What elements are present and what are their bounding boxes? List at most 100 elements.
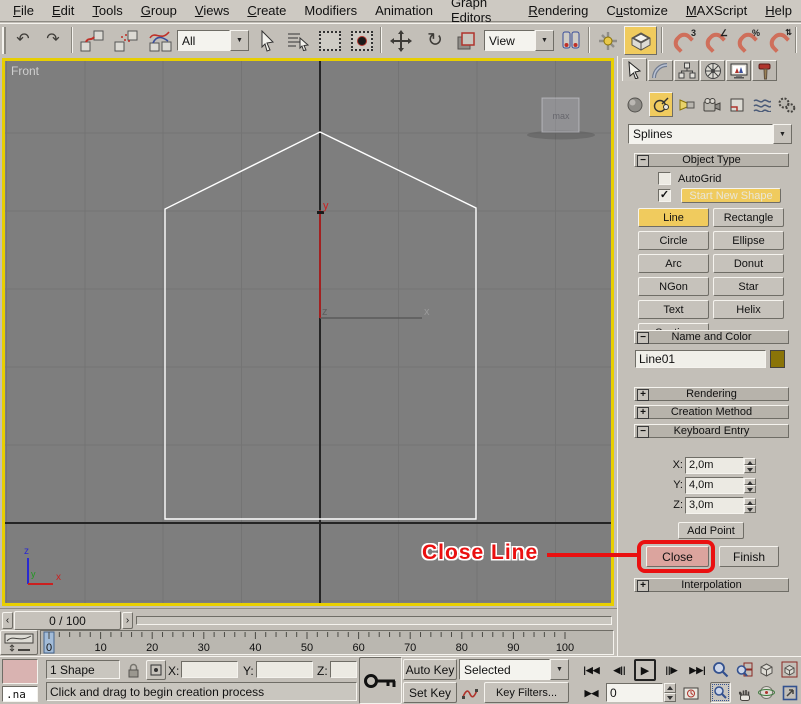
- menu-rendering[interactable]: Rendering: [519, 0, 597, 22]
- category-helpers[interactable]: [726, 94, 748, 116]
- undo-icon[interactable]: ↶: [10, 28, 36, 52]
- rollout-name-and-color[interactable]: −Name and Color: [634, 330, 789, 344]
- percent-snap-toggle-icon[interactable]: %: [731, 28, 761, 54]
- tab-hierarchy[interactable]: [674, 60, 699, 81]
- coord-x-field[interactable]: [181, 661, 238, 678]
- go-to-start-button[interactable]: |◀◀: [580, 660, 603, 680]
- coord-y-field[interactable]: [256, 661, 313, 678]
- spinner-up[interactable]: [744, 458, 756, 466]
- rectangular-selection-region-icon[interactable]: [316, 28, 344, 53]
- viewport-label[interactable]: Front: [11, 64, 39, 78]
- angle-snap-toggle-icon[interactable]: ∠: [699, 28, 729, 54]
- spinner-z[interactable]: [744, 498, 756, 513]
- chevron-down-icon[interactable]: ▼: [230, 30, 249, 51]
- rollout-object-type[interactable]: −Object Type: [634, 153, 789, 167]
- time-slider-button[interactable]: 0 / 100: [14, 611, 121, 630]
- select-and-rotate-icon[interactable]: ↻: [420, 28, 450, 53]
- add-point-button[interactable]: Add Point: [678, 522, 744, 539]
- previous-frame-button[interactable]: ◀||: [608, 660, 631, 680]
- button-ellipse[interactable]: Ellipse: [713, 231, 784, 250]
- spinner-up[interactable]: [744, 478, 756, 486]
- autogrid-checkbox[interactable]: [658, 172, 671, 185]
- window-crossing-toggle-icon[interactable]: [348, 28, 376, 53]
- use-pivot-point-center-icon[interactable]: [558, 28, 584, 53]
- selection-lock-toggle[interactable]: [125, 661, 141, 679]
- reference-coordinate-system-dropdown[interactable]: View▼: [484, 30, 554, 51]
- previous-frame-arrow[interactable]: ‹: [2, 612, 13, 629]
- selection-filter-dropdown[interactable]: All▼: [177, 30, 249, 51]
- unlink-selection-icon[interactable]: [111, 27, 141, 54]
- menu-views[interactable]: Views: [186, 0, 238, 22]
- tab-create[interactable]: [622, 58, 647, 81]
- macro-recorder-pane[interactable]: [2, 659, 38, 684]
- rollout-creation-method[interactable]: +Creation Method: [634, 405, 789, 419]
- auto-key-button[interactable]: Auto Key: [403, 659, 457, 680]
- tab-motion[interactable]: [700, 60, 725, 81]
- next-frame-arrow[interactable]: ›: [122, 612, 133, 629]
- select-and-move-icon[interactable]: [386, 28, 416, 53]
- viewport-front[interactable]: y x z max z x y Front: [2, 58, 614, 606]
- button-star[interactable]: Star: [713, 277, 784, 296]
- coord-z-field[interactable]: [330, 661, 357, 678]
- spinner-snap-toggle-icon[interactable]: ⇅: [763, 28, 793, 54]
- toolbar-handle[interactable]: [2, 27, 6, 54]
- region-zoom-button[interactable]: [710, 682, 731, 703]
- category-space-warps[interactable]: [751, 94, 773, 116]
- finish-button[interactable]: Finish: [719, 546, 779, 567]
- spinner-x[interactable]: [744, 458, 756, 473]
- maxscript-mini-listener[interactable]: .na: [2, 686, 38, 702]
- time-slider-track[interactable]: [136, 616, 612, 625]
- set-keys-button[interactable]: [359, 657, 402, 704]
- spinner-up[interactable]: [664, 683, 676, 693]
- spinner-up[interactable]: [744, 498, 756, 506]
- menu-modifiers[interactable]: Modifiers: [295, 0, 366, 22]
- next-frame-button[interactable]: ||▶: [660, 660, 683, 680]
- go-to-end-button[interactable]: ▶▶|: [686, 660, 709, 680]
- snaps-toggle-3d-icon[interactable]: 3: [667, 28, 697, 54]
- redo-icon[interactable]: ↷: [40, 28, 66, 52]
- menu-customize[interactable]: Customize: [597, 0, 676, 22]
- spinner-down[interactable]: [744, 465, 756, 473]
- tab-modify[interactable]: [648, 60, 673, 81]
- chevron-down-icon[interactable]: ▼: [550, 659, 569, 680]
- pan-view-button[interactable]: [734, 682, 755, 703]
- zoom-extents-all-button[interactable]: [779, 659, 800, 680]
- menu-maxscript[interactable]: MAXScript: [677, 0, 756, 22]
- object-name-field[interactable]: Line01: [635, 350, 766, 368]
- menu-create[interactable]: Create: [238, 0, 295, 22]
- rollout-keyboard-entry[interactable]: −Keyboard Entry: [634, 424, 789, 438]
- chevron-down-icon[interactable]: ▼: [773, 124, 792, 144]
- key-mode-toggle-button[interactable]: ▶◀: [580, 683, 603, 703]
- menu-group[interactable]: Group: [132, 0, 186, 22]
- time-configuration-button[interactable]: [681, 683, 701, 703]
- button-arc[interactable]: Arc: [638, 254, 709, 273]
- close-button[interactable]: Close: [646, 546, 709, 567]
- keyboard-shortcut-override-toggle[interactable]: [624, 26, 657, 55]
- spinner-down[interactable]: [664, 693, 676, 703]
- menu-tools[interactable]: Tools: [83, 0, 131, 22]
- key-filters-button[interactable]: Key Filters...: [484, 682, 569, 703]
- category-cameras[interactable]: [701, 94, 723, 116]
- object-color-swatch[interactable]: [770, 350, 785, 368]
- button-helix[interactable]: Helix: [713, 300, 784, 319]
- spinner-down[interactable]: [744, 485, 756, 493]
- keyboard-entry-field-z[interactable]: 3,0m: [685, 497, 744, 514]
- button-circle[interactable]: Circle: [638, 231, 709, 250]
- button-line[interactable]: Line: [638, 208, 709, 227]
- start-new-shape-button[interactable]: Start New Shape: [681, 188, 781, 203]
- button-text[interactable]: Text: [638, 300, 709, 319]
- category-lights[interactable]: [676, 94, 698, 116]
- bind-to-space-warp-icon[interactable]: [145, 27, 175, 54]
- button-rectangle[interactable]: Rectangle: [713, 208, 784, 227]
- category-systems[interactable]: [776, 94, 798, 116]
- default-in-out-tangents-button[interactable]: [459, 682, 481, 703]
- rollout-interpolation[interactable]: +Interpolation: [634, 578, 789, 592]
- open-mini-curve-editor-button[interactable]: [0, 630, 38, 655]
- absolute-offset-mode-toggle[interactable]: [146, 660, 166, 680]
- keyboard-entry-field-x[interactable]: 2,0m: [685, 457, 744, 474]
- zoom-button[interactable]: [710, 659, 731, 680]
- button-donut[interactable]: Donut: [713, 254, 784, 273]
- spinner-down[interactable]: [744, 505, 756, 513]
- rollout-rendering[interactable]: +Rendering: [634, 387, 789, 401]
- current-frame-field[interactable]: 0: [606, 683, 663, 702]
